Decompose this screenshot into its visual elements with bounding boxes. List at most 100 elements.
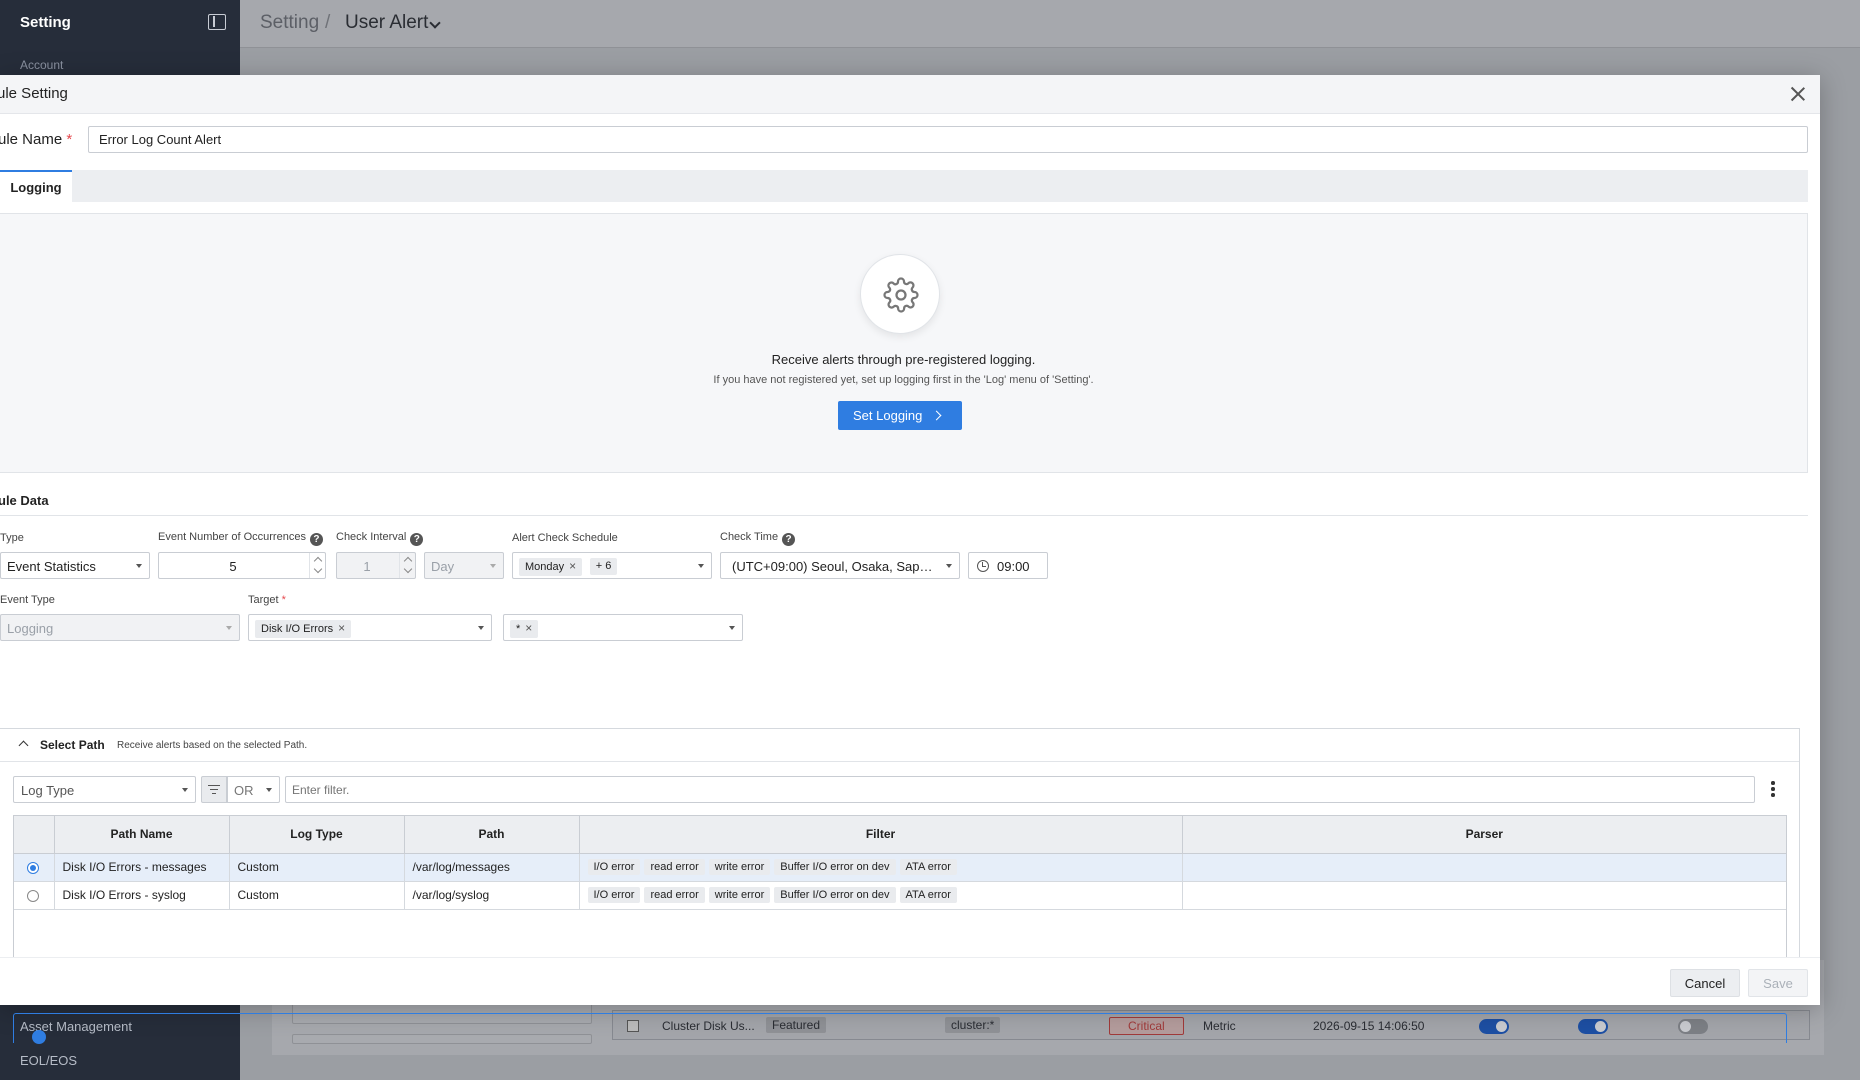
check-interval-label: Check Interval? (336, 531, 424, 546)
event-type-label: Event Type (0, 594, 55, 606)
sidebar-title: Setting (20, 14, 71, 31)
table-row[interactable]: Disk I/O Errors - syslog Custom /var/log… (14, 881, 1786, 910)
chevron-up-icon[interactable] (18, 740, 29, 751)
select-column-header (14, 816, 55, 854)
check-interval-stepper[interactable]: 1 (336, 552, 416, 579)
log-type-cell: Custom (229, 881, 405, 910)
caret-down-icon (478, 626, 484, 630)
row-radio[interactable] (27, 889, 39, 902)
path-cell: /var/log/syslog (404, 881, 580, 910)
path-name-cell: Disk I/O Errors - syslog (54, 881, 230, 910)
modal-header: ule Setting (0, 75, 1820, 114)
check-time-label: Check Time? (720, 531, 796, 546)
close-icon[interactable] (1790, 86, 1806, 102)
occurrences-stepper[interactable]: 5 (158, 552, 326, 579)
tab-logging[interactable]: Logging (0, 170, 72, 202)
target-sub-select[interactable]: * × (503, 614, 743, 641)
sidebar-item-account[interactable]: Account (20, 58, 63, 72)
caret-down-icon (136, 564, 142, 568)
schedule-select[interactable]: Monday × + 6 (512, 552, 712, 579)
modal-footer: Cancel Save (0, 957, 1820, 1005)
close-icon[interactable]: × (338, 621, 345, 635)
select-path-title: Select Path (40, 738, 105, 752)
caret-down-icon (946, 564, 952, 568)
filter-tag: I/O error (587, 859, 641, 875)
caret-down-icon (266, 788, 272, 792)
help-icon[interactable]: ? (309, 533, 323, 546)
timezone-select[interactable]: (UTC+09:00) Seoul, Osaka, Sappor... (720, 552, 960, 579)
caret-down-icon (698, 564, 704, 568)
more-vertical-icon[interactable] (1771, 781, 1775, 797)
logging-info-panel: Receive alerts through pre-registered lo… (0, 213, 1808, 473)
row-radio[interactable] (27, 861, 39, 874)
tab-bar: Logging (0, 170, 1808, 202)
parser-cell (1182, 881, 1786, 910)
type-select[interactable]: Event Statistics (0, 552, 150, 579)
target-select[interactable]: Disk I/O Errors × (248, 614, 492, 641)
filter-tag: ATA error (899, 859, 957, 875)
log-type-cell: Custom (229, 853, 405, 882)
save-button[interactable]: Save (1748, 969, 1808, 997)
breadcrumb-separator: / (325, 12, 331, 33)
column-header: Path (404, 816, 580, 854)
column-header: Log Type (229, 816, 405, 854)
sidebar-collapse-icon[interactable] (208, 14, 226, 30)
column-header: Filter (579, 816, 1183, 854)
path-name-cell: Disk I/O Errors - messages (54, 853, 230, 882)
occurrences-label: Event Number of Occurrences? (158, 531, 323, 546)
parser-cell (1182, 853, 1786, 882)
select-path-desc: Receive alerts based on the selected Pat… (117, 740, 308, 751)
clock-icon (977, 560, 989, 572)
stepper-arrows-icon[interactable] (309, 553, 325, 578)
gear-icon (860, 254, 940, 334)
filter-tag: read error (644, 859, 705, 875)
target-chip: Disk I/O Errors × (255, 620, 352, 638)
operator-select[interactable]: OR (227, 776, 280, 803)
sidebar-item-eol-eos[interactable]: EOL/EOS (20, 1053, 77, 1068)
filter-cell: I/O error read error write error Buffer I/O… (579, 881, 1183, 910)
column-header: Path Name (54, 816, 230, 854)
filter-icon[interactable] (201, 776, 227, 803)
help-icon[interactable]: ? (782, 533, 796, 546)
filter-tag: read error (644, 887, 705, 903)
filter-input[interactable] (285, 776, 1755, 803)
cancel-button[interactable]: Cancel (1670, 969, 1740, 997)
rule-name-input[interactable] (88, 126, 1808, 153)
breadcrumb-current[interactable]: User Alert (345, 12, 428, 34)
log-type-select[interactable]: Log Type (13, 776, 196, 803)
info-banner (13, 1013, 1787, 1044)
caret-down-icon (226, 626, 232, 630)
schedule-chip: Monday × (519, 558, 583, 576)
time-input[interactable]: 09:00 (968, 552, 1048, 579)
target-label: Target * (248, 594, 286, 606)
filter-tag: ATA error (899, 887, 957, 903)
target-sub-chip: * × (510, 620, 539, 638)
divider (0, 515, 1808, 516)
info-main-text: Receive alerts through pre-registered lo… (771, 352, 1036, 367)
top-bar (240, 0, 1860, 48)
filter-tag: write error (708, 859, 771, 875)
stepper-arrows-icon[interactable] (399, 553, 415, 578)
caret-down-icon (729, 626, 735, 630)
filter-tag: write error (708, 887, 771, 903)
path-cell: /var/log/messages (404, 853, 580, 882)
modal-title: ule Setting (0, 85, 68, 102)
close-icon[interactable]: × (569, 559, 576, 573)
rule-data-title: ule Data (0, 493, 49, 508)
event-type-select[interactable]: Logging (0, 614, 240, 641)
close-icon[interactable]: × (525, 621, 532, 635)
column-header: Parser (1182, 816, 1786, 854)
help-icon[interactable]: ? (410, 533, 424, 546)
schedule-more-chip: + 6 (589, 558, 618, 575)
filter-tag: I/O error (587, 887, 641, 903)
filter-cell: I/O error read error write error Buffer I/O… (579, 853, 1183, 882)
table-row[interactable]: Disk I/O Errors - messages Custom /var/l… (14, 853, 1786, 882)
breadcrumb-root[interactable]: Setting (260, 12, 319, 34)
set-logging-button[interactable]: Set Logging (838, 401, 962, 430)
select-path-header[interactable]: Select Path Receive alerts based on the … (0, 729, 1799, 762)
schedule-label: Alert Check Schedule (512, 532, 618, 544)
type-label: Type (0, 532, 24, 544)
rule-name-label: ule Name * (0, 131, 73, 148)
caret-down-icon (182, 788, 188, 792)
interval-unit-select[interactable]: Day (424, 552, 504, 579)
